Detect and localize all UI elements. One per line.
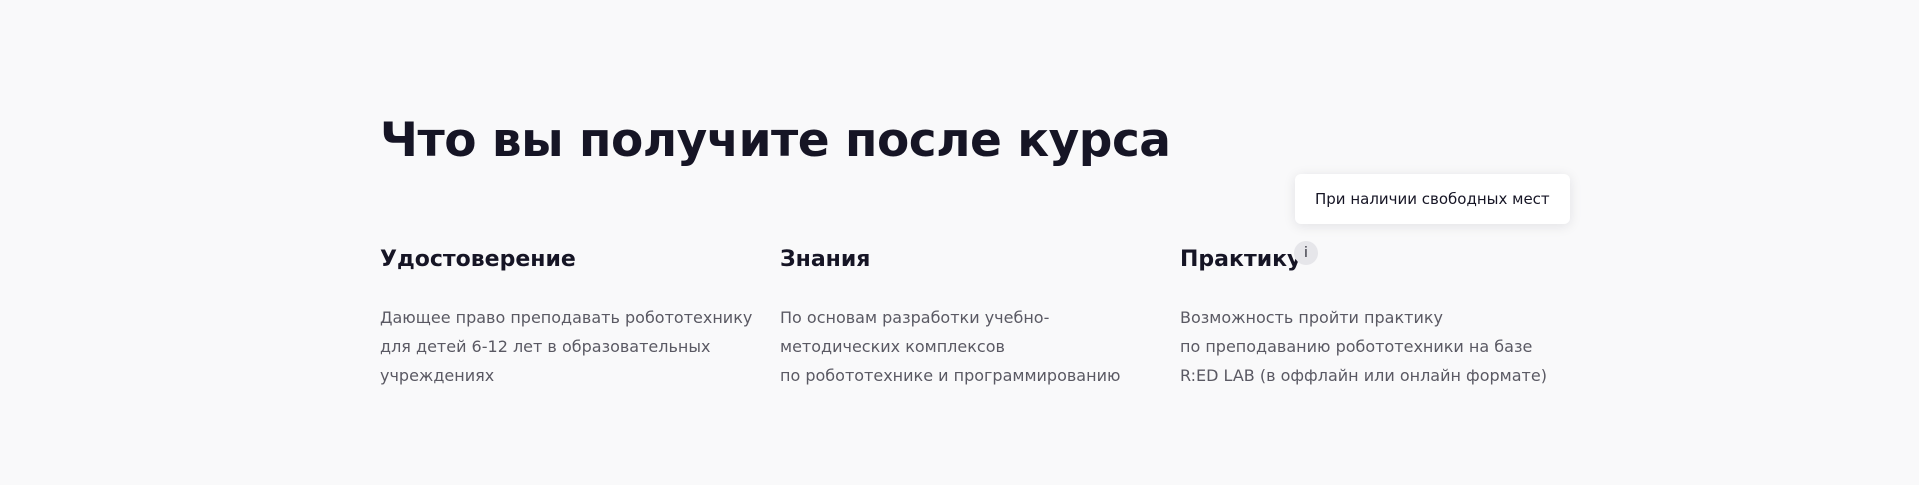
benefit-description-line: по робототехнике и программированию bbox=[780, 366, 1121, 385]
info-tooltip: При наличии свободных мест bbox=[1295, 174, 1570, 224]
section-title: Что вы получите после курса bbox=[380, 113, 1171, 168]
benefit-title: Знания bbox=[780, 246, 871, 272]
benefit-description: Дающее право преподавать робототехнику д… bbox=[380, 303, 753, 390]
benefit-description-line: по преподаванию робототехники на базе bbox=[1180, 337, 1533, 356]
benefit-practice: Практику Возможность пройти практику по … bbox=[1180, 244, 1550, 390]
benefit-description-line: для детей 6-12 лет в образовательных bbox=[380, 337, 711, 356]
benefit-description-line: По основам разработки учебно- bbox=[780, 308, 1050, 327]
benefit-description-line: методических комплексов bbox=[780, 337, 1005, 356]
benefit-certificate: Удостоверение Дающее право преподавать р… bbox=[380, 244, 753, 390]
benefit-description: Возможность пройти практику по преподава… bbox=[1180, 303, 1550, 390]
benefit-knowledge: Знания По основам разработки учебно- мет… bbox=[780, 244, 1150, 390]
benefit-description-line: Возможность пройти практику bbox=[1180, 308, 1443, 327]
benefit-description-line: R:ED LAB (в оффлайн или онлайн формате) bbox=[1180, 366, 1547, 385]
benefit-title: Практику bbox=[1180, 246, 1302, 272]
benefit-description: По основам разработки учебно- методическ… bbox=[780, 303, 1150, 390]
benefit-description-line: Дающее право преподавать робототехнику bbox=[380, 308, 753, 327]
info-icon[interactable]: i bbox=[1294, 241, 1318, 265]
benefit-description-line: учреждениях bbox=[380, 366, 495, 385]
benefit-title: Удостоверение bbox=[380, 246, 576, 272]
benefits-section: Что вы получите после курса Удостоверени… bbox=[380, 0, 1570, 485]
